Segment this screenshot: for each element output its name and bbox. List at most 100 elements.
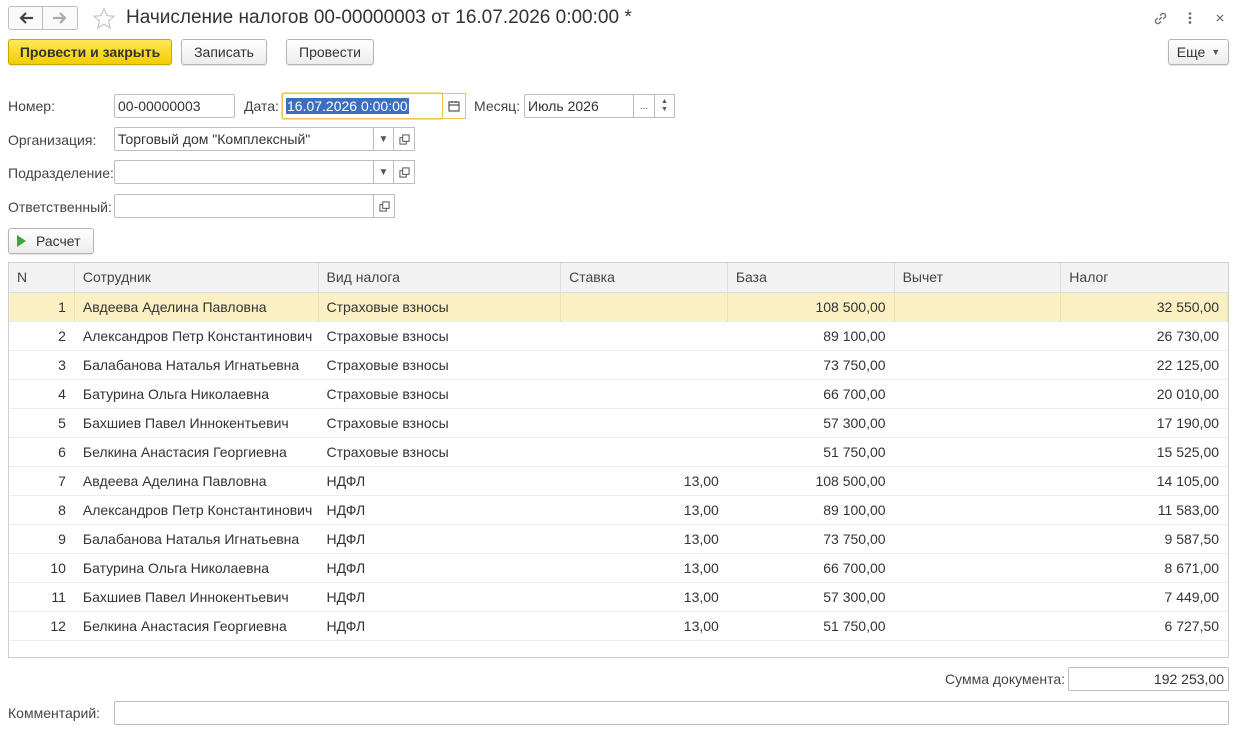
month-spinner[interactable]: ▲ ▼ [654, 94, 675, 118]
cell-n[interactable]: 12 [9, 612, 75, 641]
cell-tax-type[interactable]: НДФЛ [319, 467, 562, 496]
table-row[interactable]: 7 Авдеева Аделина Павловна НДФЛ 13,00 108 50… [9, 467, 1228, 496]
cell-rate[interactable]: 13,00 [561, 467, 728, 496]
chevron-up-icon[interactable]: ▲ [661, 98, 668, 106]
cell-rate[interactable]: 13,00 [561, 583, 728, 612]
cell-deduction[interactable] [895, 496, 1062, 525]
cell-tax[interactable]: 22 125,00 [1061, 351, 1228, 380]
cell-base[interactable]: 108 500,00 [728, 293, 895, 322]
cell-n[interactable]: 9 [9, 525, 75, 554]
department-field[interactable] [114, 160, 374, 184]
table-row[interactable]: 4 Батурина Ольга Николаевна Страховые взно… [9, 380, 1228, 409]
column-header-deduction[interactable]: Вычет [895, 263, 1062, 293]
cell-tax-type[interactable]: НДФЛ [319, 583, 562, 612]
cell-n[interactable]: 7 [9, 467, 75, 496]
cell-tax[interactable]: 6 727,50 [1061, 612, 1228, 641]
cell-rate[interactable]: 13,00 [561, 554, 728, 583]
cell-employee[interactable]: Балабанова Наталья Игнатьевна [75, 525, 319, 554]
cell-employee[interactable]: Бахшиев Павел Иннокентьевич [75, 583, 319, 612]
cell-tax-type[interactable]: Страховые взносы [319, 293, 562, 322]
chevron-down-icon[interactable]: ▼ [661, 106, 668, 114]
cell-deduction[interactable] [895, 583, 1062, 612]
cell-tax[interactable]: 32 550,00 [1061, 293, 1228, 322]
cell-rate[interactable] [561, 293, 728, 322]
cell-deduction[interactable] [895, 409, 1062, 438]
more-button[interactable]: Еще ▼ [1168, 39, 1229, 65]
cell-n[interactable]: 2 [9, 322, 75, 351]
cell-deduction[interactable] [895, 380, 1062, 409]
cell-tax[interactable]: 15 525,00 [1061, 438, 1228, 467]
cell-deduction[interactable] [895, 525, 1062, 554]
cell-deduction[interactable] [895, 554, 1062, 583]
cell-base[interactable]: 51 750,00 [728, 438, 895, 467]
cell-employee[interactable]: Батурина Ольга Николаевна [75, 380, 319, 409]
cell-employee[interactable]: Авдеева Аделина Павловна [75, 293, 319, 322]
cell-tax-type[interactable]: Страховые взносы [319, 322, 562, 351]
cell-employee[interactable]: Авдеева Аделина Павловна [75, 467, 319, 496]
cell-n[interactable]: 8 [9, 496, 75, 525]
organization-dropdown-button[interactable]: ▼ [373, 127, 394, 151]
cell-tax[interactable]: 26 730,00 [1061, 322, 1228, 351]
forward-button[interactable] [43, 6, 78, 30]
cell-deduction[interactable] [895, 322, 1062, 351]
cell-tax[interactable]: 17 190,00 [1061, 409, 1228, 438]
column-header-rate[interactable]: Ставка [561, 263, 728, 293]
cell-base[interactable]: 89 100,00 [728, 322, 895, 351]
cell-tax[interactable]: 9 587,50 [1061, 525, 1228, 554]
cell-employee[interactable]: Белкина Анастасия Георгиевна [75, 438, 319, 467]
responsible-open-button[interactable] [373, 194, 395, 218]
cell-employee[interactable]: Бахшиев Павел Иннокентьевич [75, 409, 319, 438]
cell-base[interactable]: 66 700,00 [728, 554, 895, 583]
more-vertical-icon[interactable] [1181, 9, 1199, 27]
column-header-employee[interactable]: Сотрудник [75, 263, 319, 293]
link-icon[interactable] [1151, 9, 1169, 27]
cell-rate[interactable] [561, 409, 728, 438]
cell-deduction[interactable] [895, 351, 1062, 380]
month-choose-button[interactable]: ... [633, 94, 655, 118]
cell-rate[interactable] [561, 351, 728, 380]
cell-n[interactable]: 6 [9, 438, 75, 467]
cell-employee[interactable]: Александров Петр Константинович [75, 496, 319, 525]
table-row[interactable]: 1 Авдеева Аделина Павловна Страховые взнос… [9, 293, 1228, 322]
cell-n[interactable]: 5 [9, 409, 75, 438]
cell-n[interactable]: 11 [9, 583, 75, 612]
column-header-base[interactable]: База [728, 263, 895, 293]
table-row[interactable]: 6 Белкина Анастасия Георгиевна Страховые в… [9, 438, 1228, 467]
cell-deduction[interactable] [895, 293, 1062, 322]
cell-base[interactable]: 51 750,00 [728, 612, 895, 641]
cell-tax-type[interactable]: Страховые взносы [319, 380, 562, 409]
column-header-n[interactable]: N [9, 263, 75, 293]
post-button[interactable]: Провести [286, 39, 374, 65]
month-field[interactable]: Июль 2026 [524, 94, 634, 118]
back-button[interactable] [8, 6, 43, 30]
cell-base[interactable]: 108 500,00 [728, 467, 895, 496]
table-row[interactable]: 9 Балабанова Наталья Игнатьевна НДФЛ 13,00 7… [9, 525, 1228, 554]
cell-base[interactable]: 89 100,00 [728, 496, 895, 525]
cell-base[interactable]: 66 700,00 [728, 380, 895, 409]
department-open-button[interactable] [393, 160, 415, 184]
table-row[interactable]: 10 Батурина Ольга Николаевна НДФЛ 13,00 66 7… [9, 554, 1228, 583]
cell-base[interactable]: 73 750,00 [728, 525, 895, 554]
post-and-close-button[interactable]: Провести и закрыть [8, 39, 172, 65]
table-row[interactable]: 12 Белкина Анастасия Георгиевна НДФЛ 13,00 5… [9, 612, 1228, 641]
number-field[interactable]: 00-00000003 [114, 94, 235, 118]
cell-deduction[interactable] [895, 612, 1062, 641]
close-icon[interactable] [1211, 9, 1229, 27]
cell-n[interactable]: 10 [9, 554, 75, 583]
table-row[interactable]: 5 Бахшиев Павел Иннокентьевич Страховые вз… [9, 409, 1228, 438]
cell-tax[interactable]: 14 105,00 [1061, 467, 1228, 496]
department-dropdown-button[interactable]: ▼ [373, 160, 394, 184]
cell-tax[interactable]: 20 010,00 [1061, 380, 1228, 409]
cell-rate[interactable]: 13,00 [561, 496, 728, 525]
cell-n[interactable]: 1 [9, 293, 75, 322]
responsible-field[interactable] [114, 194, 374, 218]
cell-employee[interactable]: Александров Петр Константинович [75, 322, 319, 351]
cell-tax[interactable]: 7 449,00 [1061, 583, 1228, 612]
table-row[interactable]: 3 Балабанова Наталья Игнатьевна Страховые … [9, 351, 1228, 380]
column-header-tax-type[interactable]: Вид налога [319, 263, 562, 293]
cell-rate[interactable]: 13,00 [561, 525, 728, 554]
cell-tax[interactable]: 8 671,00 [1061, 554, 1228, 583]
cell-employee[interactable]: Белкина Анастасия Георгиевна [75, 612, 319, 641]
cell-tax-type[interactable]: Страховые взносы [319, 438, 562, 467]
cell-rate[interactable] [561, 438, 728, 467]
